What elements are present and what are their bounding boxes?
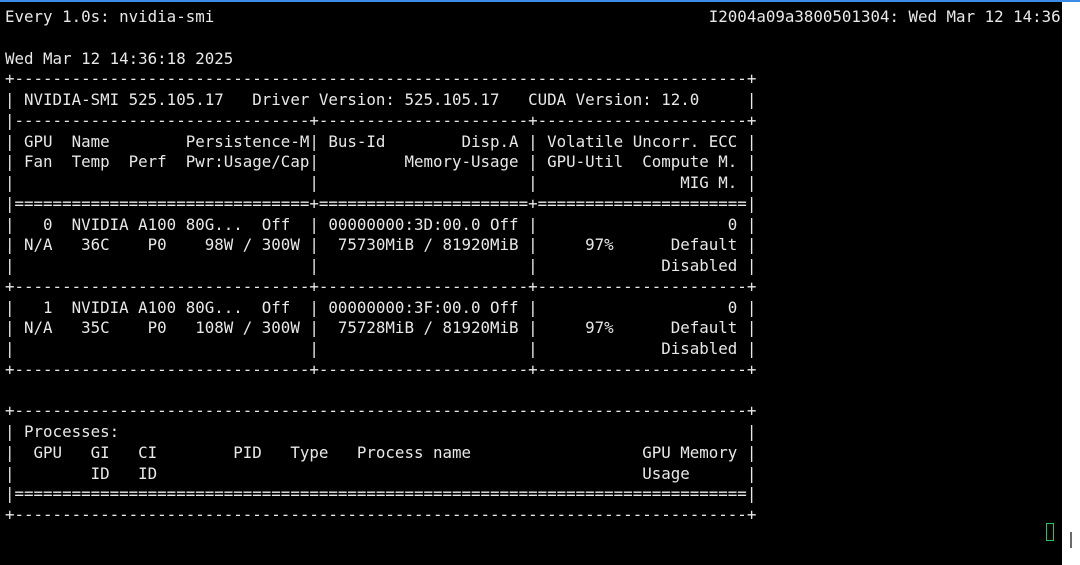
timestamp-line: Wed Mar 12 14:36:18 2025: [5, 48, 234, 68]
gpu-table-bottom-border: +-------------------------------+-------…: [5, 359, 757, 379]
processes-double-separator: |=======================================…: [5, 484, 757, 504]
gpu-separator: +-------------------------------+-------…: [5, 276, 757, 296]
terminal-cursor: [1046, 523, 1054, 541]
processes-top-border: +---------------------------------------…: [5, 401, 757, 421]
gpu-1-line-3: | | | Disabled |: [5, 339, 757, 358]
table-top-border: +---------------------------------------…: [5, 69, 757, 89]
watch-header-line: Every 1.0s: nvidia-smi I2004a09a38005013…: [5, 7, 1062, 26]
column-header-line-3: | | | MIG M. |: [5, 173, 757, 192]
header-double-separator: |===============================+=======…: [5, 193, 757, 213]
vertical-scrollbar[interactable]: [1062, 2, 1080, 565]
gpu-1-line-1: | 1 NVIDIA A100 80G... Off | 00000000:3F…: [5, 297, 757, 317]
gpu-0-line-2: | N/A 36C P0 98W / 300W | 75730MiB / 819…: [5, 235, 757, 255]
column-header-line-1: | GPU Name Persistence-M| Bus-Id Disp.A …: [5, 131, 757, 151]
terminal-window: Every 1.0s: nvidia-smi I2004a09a38005013…: [0, 0, 1080, 565]
scrollbar-thumb[interactable]: [1070, 532, 1072, 548]
header-separator: |-------------------------------+-------…: [5, 110, 757, 130]
terminal-viewport[interactable]: Every 1.0s: nvidia-smi I2004a09a38005013…: [0, 2, 1062, 565]
version-line: | NVIDIA-SMI 525.105.17 Driver Version: …: [5, 90, 757, 109]
processes-bottom-border: +---------------------------------------…: [5, 505, 757, 524]
processes-header-line-2: | ID ID Usage |: [5, 463, 757, 483]
processes-title-line: | Processes: |: [5, 422, 757, 441]
column-header-line-2: | Fan Temp Perf Pwr:Usage/Cap| Memory-Us…: [5, 152, 757, 172]
gpu-0-line-3: | | | Disabled |: [5, 256, 757, 275]
gpu-1-line-2: | N/A 35C P0 108W / 300W | 75728MiB / 81…: [5, 318, 757, 338]
terminal-output: Every 1.0s: nvidia-smi I2004a09a38005013…: [5, 7, 1062, 526]
gpu-0-line-1: | 0 NVIDIA A100 80G... Off | 00000000:3D…: [5, 214, 757, 234]
processes-header-line-1: | GPU GI CI PID Type Process name GPU Me…: [5, 442, 757, 462]
